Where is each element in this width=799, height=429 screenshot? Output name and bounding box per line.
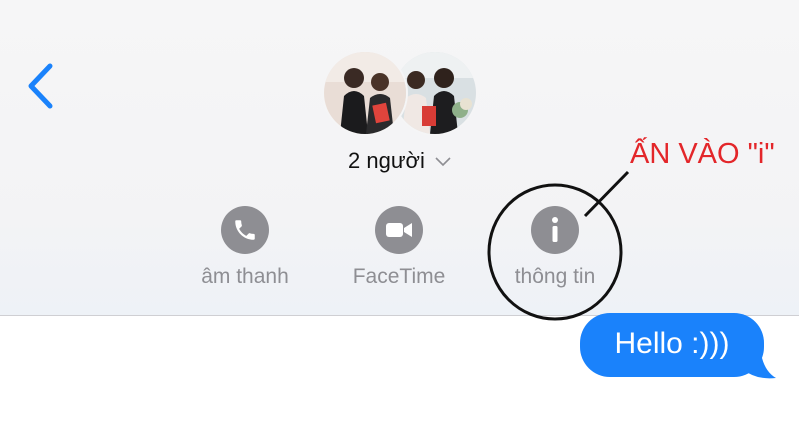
- chevron-left-icon: [28, 63, 53, 109]
- audio-call-button[interactable]: âm thanh: [180, 206, 310, 289]
- audio-call-label: âm thanh: [201, 265, 289, 288]
- avatar[interactable]: [322, 50, 408, 136]
- info-label: thông tin: [514, 265, 596, 288]
- message-text: Hello :))): [614, 327, 730, 360]
- video-camera-icon: [375, 206, 423, 254]
- facetime-label: FaceTime: [352, 265, 446, 288]
- phone-icon: [221, 206, 269, 254]
- group-name: 2 người: [348, 148, 425, 173]
- chevron-down-icon: [435, 157, 451, 167]
- bubble-tail: [742, 346, 776, 379]
- info-icon: [531, 206, 579, 254]
- info-button[interactable]: thông tin: [490, 206, 620, 289]
- facetime-button[interactable]: FaceTime: [334, 206, 464, 289]
- outgoing-message-bubble[interactable]: Hello :))): [580, 313, 764, 377]
- annotation-text: ẤN VÀO "i": [630, 138, 775, 170]
- back-button[interactable]: [22, 60, 62, 112]
